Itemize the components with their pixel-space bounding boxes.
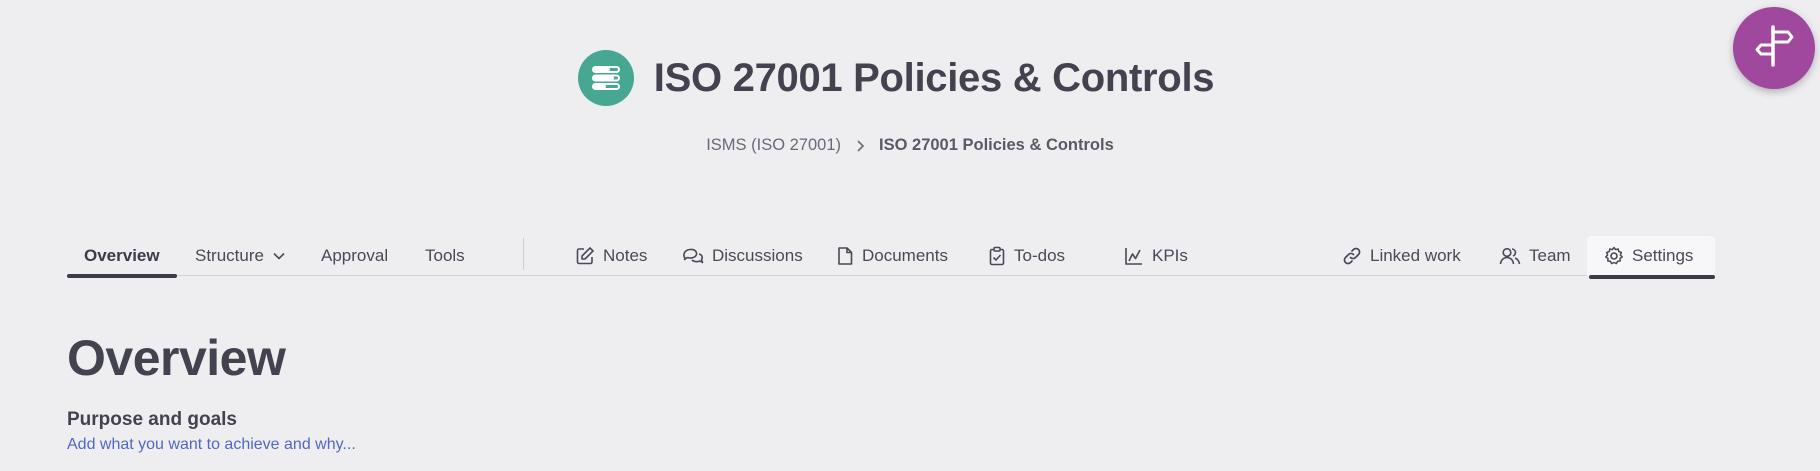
guide-button[interactable] <box>1733 7 1815 89</box>
tab-linked-work[interactable]: Linked work <box>1325 236 1478 276</box>
tab-discussions[interactable]: Discussions <box>665 236 820 276</box>
tab-todos[interactable]: To-dos <box>971 236 1082 276</box>
tab-divider <box>523 238 524 270</box>
chevron-down-icon <box>272 251 286 261</box>
project-tabs: Overview Structure Approval Tools Notes … <box>67 236 1715 279</box>
tab-documents[interactable]: Documents <box>819 236 965 276</box>
tab-tools[interactable]: Tools <box>408 236 482 276</box>
breadcrumb-current: ISO 27001 Policies & Controls <box>879 136 1114 154</box>
breadcrumb: ISMS (ISO 27001) ISO 27001 Policies & Co… <box>0 136 1820 155</box>
breadcrumb-parent-link[interactable]: ISMS (ISO 27001) <box>706 136 841 155</box>
chart-line-icon <box>1124 246 1144 266</box>
tab-structure[interactable]: Structure <box>178 236 303 276</box>
overview-heading: Overview <box>67 330 286 386</box>
chevron-right-icon <box>855 139 865 153</box>
chat-bubbles-icon <box>682 246 704 266</box>
clipboard-check-icon <box>988 246 1006 266</box>
tab-overview[interactable]: Overview <box>67 236 177 278</box>
tab-settings-label: Settings <box>1632 246 1694 265</box>
link-icon <box>1342 246 1362 266</box>
tab-structure-label: Structure <box>195 246 264 265</box>
tab-approval[interactable]: Approval <box>304 236 405 276</box>
page-header: ISO 27001 Policies & Controls <box>0 50 1820 106</box>
purpose-heading: Purpose and goals <box>67 409 237 430</box>
tab-overview-label: Overview <box>84 246 160 265</box>
page-title: ISO 27001 Policies & Controls <box>653 55 1215 100</box>
document-icon <box>836 246 854 266</box>
edit-icon <box>575 246 595 266</box>
signpost-icon <box>1751 23 1797 74</box>
gear-icon <box>1604 246 1624 266</box>
tab-kpis[interactable]: KPIs <box>1107 236 1205 276</box>
tab-todos-label: To-dos <box>1014 246 1066 265</box>
tab-team-label: Team <box>1529 246 1571 265</box>
tab-settings[interactable]: Settings <box>1587 236 1715 279</box>
tab-notes-label: Notes <box>603 246 648 265</box>
title-group: ISO 27001 Policies & Controls <box>577 50 1215 106</box>
tab-discussions-label: Discussions <box>712 246 803 265</box>
tab-tools-label: Tools <box>425 246 465 265</box>
tab-team[interactable]: Team <box>1482 236 1588 276</box>
purpose-add-link[interactable]: Add what you want to achieve and why... <box>67 436 356 454</box>
users-icon <box>1499 246 1521 266</box>
tab-notes[interactable]: Notes <box>558 236 664 276</box>
tab-kpis-label: KPIs <box>1152 246 1188 265</box>
project-page: ISO 27001 Policies & Controls ISMS (ISO … <box>0 0 1820 471</box>
list-icon <box>577 50 634 106</box>
tab-approval-label: Approval <box>321 246 389 265</box>
tab-linked-work-label: Linked work <box>1370 246 1461 265</box>
tab-documents-label: Documents <box>862 246 948 265</box>
